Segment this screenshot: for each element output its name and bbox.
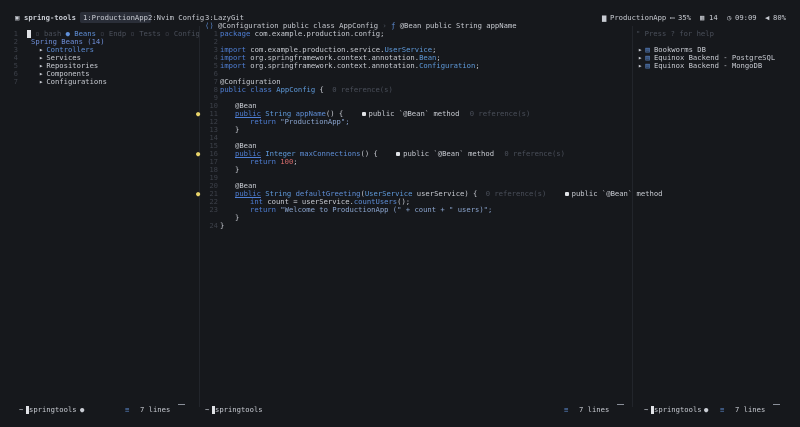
- spring-explorer-pane[interactable]: 1 ▫ bash ● Beans ▫ Endp ▫ Tests ▫ Config…: [0, 26, 200, 401]
- tab-tests[interactable]: Tests: [139, 29, 161, 38]
- status-separator-icon: ≡: [564, 405, 569, 414]
- editor-pane[interactable]: ⟨⟩ @Configuration public class AppConfig…: [196, 22, 663, 401]
- codelens-references[interactable]: 0 reference(s): [470, 109, 531, 118]
- project-name: ProductionApp: [610, 13, 667, 22]
- inlay-hint: public `@Bean` method: [368, 109, 460, 118]
- tab-config[interactable]: Config: [174, 29, 200, 38]
- right-status-name: springtools: [654, 405, 702, 414]
- tab-config-icon: ▫: [165, 29, 170, 38]
- codelens-references[interactable]: 0 reference(s): [332, 85, 393, 94]
- modified-icon: ●: [704, 405, 709, 414]
- mode-indicator-icon: ~: [644, 405, 649, 414]
- editor-status-lines: 7 lines: [579, 405, 610, 414]
- database-explorer-pane[interactable]: " Press ? for help ▸ ▤ Bookworms DB ▸ ▤ Eq…: [632, 26, 800, 401]
- mode-indicator-icon: ~: [19, 405, 24, 414]
- session-icon: ▣: [15, 13, 20, 22]
- lightbulb-icon[interactable]: ●: [196, 110, 200, 118]
- tab-endp[interactable]: Endp: [109, 29, 126, 38]
- battery-icon: ▭: [670, 13, 675, 22]
- chevron-right-icon: ▸: [638, 61, 643, 70]
- left-status-lines: 7 lines: [140, 405, 171, 414]
- status-divider: [773, 404, 780, 405]
- tree-item-configurations[interactable]: 7 ▸ Configurations: [0, 78, 200, 86]
- tmux-window-2[interactable]: 2:Nvim Config: [148, 13, 204, 22]
- hint-bullet-icon: [564, 192, 569, 196]
- method-icon: ƒ: [391, 21, 396, 30]
- volume-icon: ◀: [765, 13, 770, 22]
- hint-bullet-icon: [361, 112, 366, 116]
- clock-icon: ◷: [727, 13, 732, 22]
- calendar-day: 14: [709, 13, 718, 22]
- inlay-hint: public `@Bean` method: [403, 149, 495, 158]
- tab-tests-icon: ▫: [130, 29, 135, 38]
- clock-time: 09:09: [735, 13, 757, 22]
- db-item-mongodb[interactable]: ▸ ▤ Equinox Backend - MongoDB: [638, 62, 762, 70]
- calendar-icon: ▦: [700, 13, 705, 22]
- folder-icon: ▆: [602, 13, 607, 22]
- chevron-right-icon: ▸: [39, 77, 44, 86]
- lightbulb-icon[interactable]: ●: [196, 150, 200, 158]
- status-separator-icon: ≡: [125, 405, 130, 414]
- status-separator-icon: ≡: [720, 405, 725, 414]
- session-name: spring-tools: [24, 13, 76, 22]
- winbar-method: @Bean public String appName: [399, 21, 517, 30]
- codelens-references[interactable]: 0 reference(s): [486, 189, 547, 198]
- help-hint: " Press ? for help: [636, 29, 714, 38]
- database-icon: ▤: [645, 61, 650, 70]
- modified-icon: ●: [80, 405, 85, 414]
- editor-status-name: springtools: [215, 405, 263, 414]
- tmux-window-1[interactable]: 1:ProductionApp: [80, 12, 151, 23]
- battery-level: 35%: [678, 13, 691, 22]
- left-status-name: springtools: [29, 405, 77, 414]
- tree-item-controllers[interactable]: 3 ▸ Controllers: [0, 46, 200, 54]
- status-divider: [178, 404, 185, 405]
- status-divider: [617, 404, 624, 405]
- lightbulb-icon[interactable]: ●: [196, 190, 200, 198]
- right-status-lines: 7 lines: [735, 405, 766, 414]
- hint-bullet-icon: [396, 152, 401, 156]
- tree-item-services[interactable]: 4 ▸ Services: [0, 54, 200, 62]
- class-icon: ⟨⟩: [205, 21, 214, 30]
- tree-item-repositories[interactable]: 5 ▸ Repositories: [0, 62, 200, 70]
- codelens-references[interactable]: 0 reference(s): [504, 149, 565, 158]
- volume-level: 80%: [773, 13, 786, 22]
- mode-indicator-icon: ~: [205, 405, 210, 414]
